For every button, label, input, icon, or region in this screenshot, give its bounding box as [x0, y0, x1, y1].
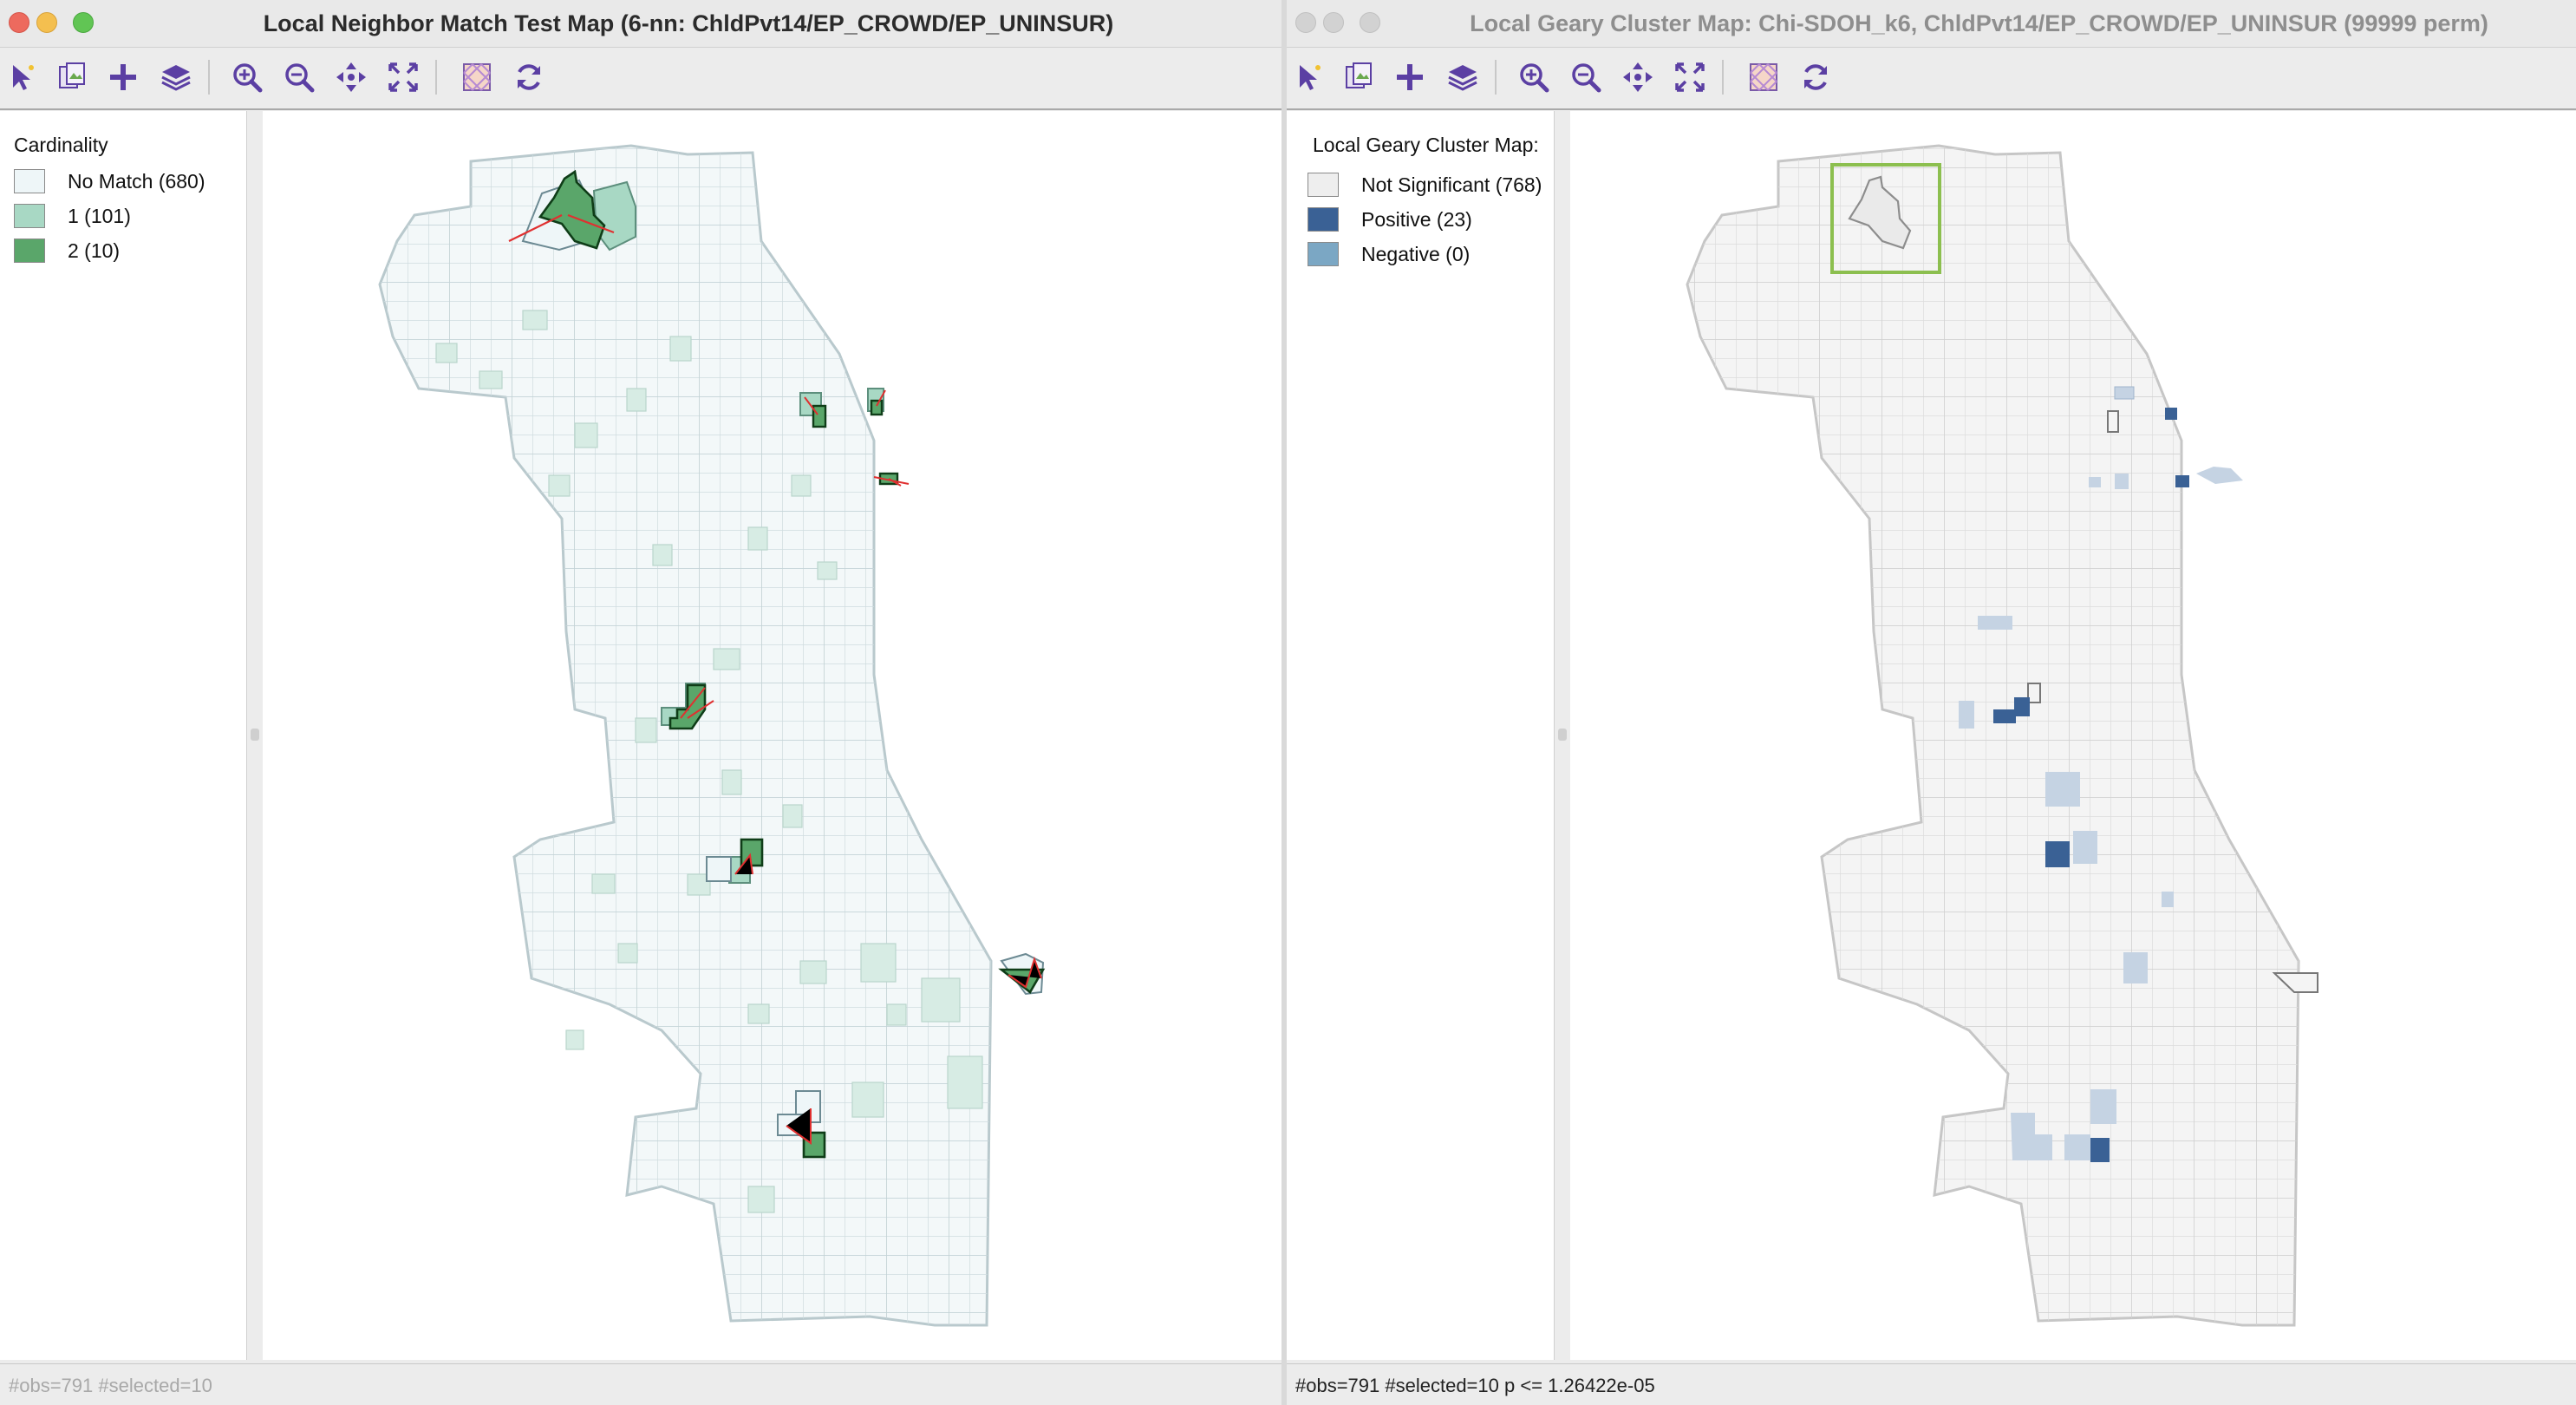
window-title: Local Geary Cluster Map: Chi-SDOH_k6, Ch… [1470, 10, 2488, 36]
add-layer-icon[interactable] [103, 57, 143, 97]
legend-item-positive[interactable]: Positive (23) [1308, 205, 1472, 234]
legend-label: 2 (10) [68, 239, 121, 262]
layers-icon[interactable] [1443, 57, 1483, 97]
toolbar-separator [435, 60, 437, 95]
legend-item-negative[interactable]: Negative (0) [1308, 239, 1470, 269]
legend-swatch [1308, 173, 1339, 197]
legend-swatch [14, 239, 45, 263]
zoom-out-icon[interactable] [279, 57, 319, 97]
legend-title: Local Geary Cluster Map: [1313, 134, 1539, 156]
fit-extent-icon[interactable] [1670, 57, 1710, 97]
legend-label: 1 (101) [68, 204, 131, 227]
add-layer-icon[interactable] [1390, 57, 1430, 97]
status-text: #obs=791 #selected=10 [9, 1375, 212, 1396]
city-outline [378, 144, 993, 1327]
copy-image-icon[interactable] [52, 57, 92, 97]
map-toolbar [0, 48, 1281, 110]
legend-swatch [1308, 242, 1339, 266]
zoom-out-icon[interactable] [1566, 57, 1606, 97]
legend-item-not-significant[interactable]: Not Significant (768) [1308, 170, 1542, 199]
legend-swatch [14, 169, 45, 193]
status-bar: #obs=791 #selected=10 [0, 1363, 1281, 1405]
pan-icon[interactable] [331, 57, 371, 97]
legend-item-no-match[interactable]: No Match (680) [14, 167, 205, 196]
neighbor-match-map-window: Local Neighbor Match Test Map (6-nn: Chl… [0, 0, 1281, 1405]
map-canvas[interactable] [1570, 111, 2576, 1360]
layers-icon[interactable] [156, 57, 196, 97]
basemap-icon[interactable] [457, 57, 497, 97]
splitter-grip [251, 729, 259, 741]
local-geary-cluster-map-window: Local Geary Cluster Map: Chi-SDOH_k6, Ch… [1287, 0, 2576, 1405]
legend-panel: Cardinality No Match (680) 1 (101) 2 (10… [0, 111, 247, 1360]
legend-panel: Local Geary Cluster Map: Not Significant… [1287, 111, 1555, 1360]
status-text: #obs=791 #selected=10 p <= 1.26422e-05 [1295, 1375, 1655, 1396]
city-map[interactable] [1570, 111, 2576, 1360]
legend-item-two-matches[interactable]: 2 (10) [14, 236, 120, 265]
toolbar-separator [208, 60, 210, 95]
title-bar[interactable]: Local Geary Cluster Map: Chi-SDOH_k6, Ch… [1287, 0, 2576, 48]
basemap-icon[interactable] [1744, 57, 1784, 97]
title-bar[interactable]: Local Neighbor Match Test Map (6-nn: Chl… [0, 0, 1281, 48]
pan-icon[interactable] [1618, 57, 1658, 97]
legend-label: No Match (680) [68, 169, 205, 193]
status-bar: #obs=791 #selected=10 p <= 1.26422e-05 [1287, 1363, 2576, 1405]
legend-swatch [14, 204, 45, 228]
panel-splitter[interactable] [1555, 111, 1570, 1360]
splitter-grip [1558, 729, 1567, 741]
map-canvas[interactable] [263, 111, 1281, 1360]
refresh-icon[interactable] [509, 57, 549, 97]
city-map[interactable] [263, 111, 1281, 1360]
refresh-icon[interactable] [1796, 57, 1836, 97]
legend-label: Not Significant (768) [1361, 173, 1542, 196]
legend-swatch [1308, 207, 1339, 232]
map-toolbar [1287, 48, 2576, 110]
legend-item-one-match[interactable]: 1 (101) [14, 201, 131, 231]
city-outline [1686, 144, 2300, 1327]
fit-extent-icon[interactable] [383, 57, 423, 97]
zoom-in-icon[interactable] [227, 57, 267, 97]
legend-label: Negative (0) [1361, 242, 1471, 265]
select-pointer-icon[interactable] [2, 57, 42, 97]
legend-label: Positive (23) [1361, 207, 1472, 231]
select-pointer-icon[interactable] [1288, 57, 1328, 97]
toolbar-separator [1495, 60, 1497, 95]
copy-image-icon[interactable] [1339, 57, 1379, 97]
zoom-in-icon[interactable] [1514, 57, 1554, 97]
window-title: Local Neighbor Match Test Map (6-nn: Chl… [263, 10, 1114, 36]
panel-splitter[interactable] [247, 111, 263, 1360]
toolbar-separator [1722, 60, 1724, 95]
legend-title: Cardinality [14, 134, 108, 156]
